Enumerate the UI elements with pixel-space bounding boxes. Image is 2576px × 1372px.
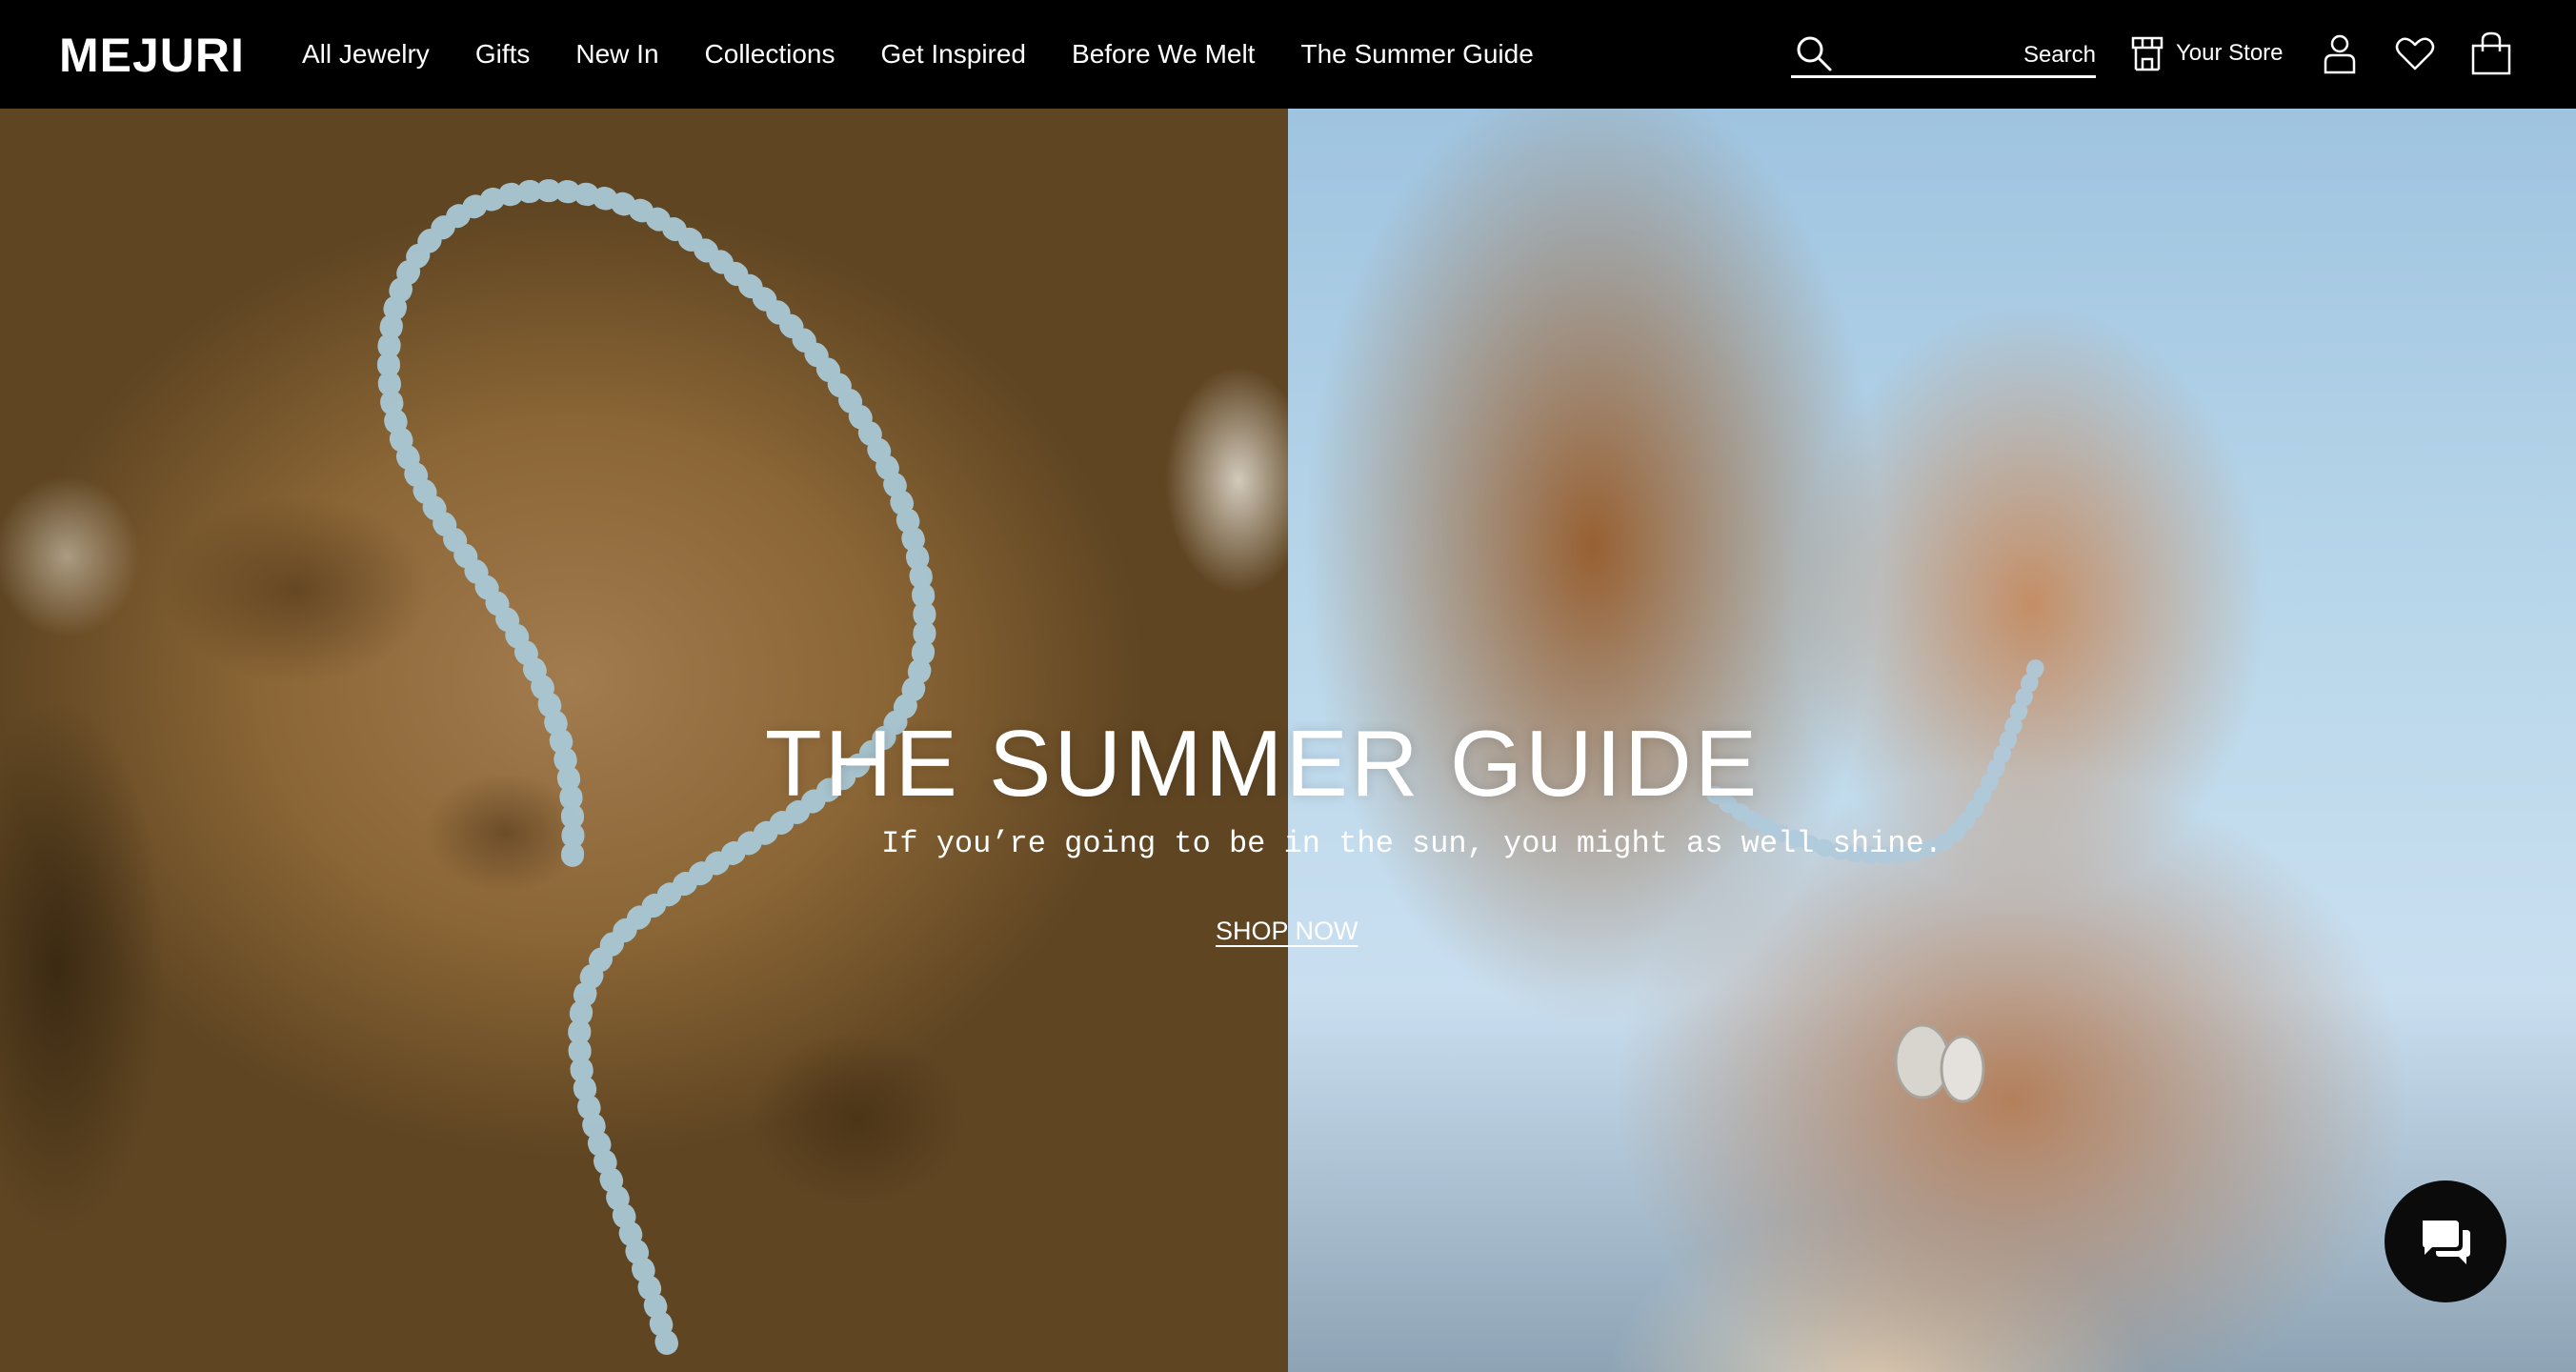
hero-banner[interactable]: THE SUMMER GUIDE If you’re going to be i…: [0, 109, 2576, 1372]
store-icon: [2131, 36, 2163, 71]
chat-icon: [2423, 1221, 2470, 1264]
bag-icon[interactable]: [2468, 30, 2514, 76]
nav-item-gifts[interactable]: Gifts: [475, 39, 531, 70]
shop-now-link[interactable]: SHOP NOW: [1216, 917, 1358, 946]
mejuri-logo[interactable]: MEJURI: [59, 29, 245, 82]
your-store-label: Your Store: [2176, 40, 2284, 66]
hero-title: THE SUMMER GUIDE: [764, 711, 1761, 816]
your-store-button[interactable]: Your Store: [2130, 32, 2284, 74]
nav-item-the-summer-guide[interactable]: The Summer Guide: [1300, 39, 1533, 70]
nav-item-before-we-melt[interactable]: Before We Melt: [1072, 39, 1255, 70]
nav-item-new-in[interactable]: New In: [575, 39, 658, 70]
hero-subtitle: If you’re going to be in the sun, you mi…: [881, 826, 1942, 861]
nav-item-get-inspired[interactable]: Get Inspired: [880, 39, 1026, 70]
account-icon[interactable]: [2317, 30, 2363, 76]
chat-button[interactable]: [2385, 1180, 2506, 1302]
hero-content: THE SUMMER GUIDE If you’re going to be i…: [0, 109, 2576, 1372]
search-label[interactable]: Search: [2023, 42, 2096, 69]
nav-item-all-jewelry[interactable]: All Jewelry: [302, 39, 430, 70]
nav-item-collections[interactable]: Collections: [705, 39, 835, 70]
main-nav: All Jewelry Gifts New In Collections Get…: [302, 0, 1534, 109]
top-nav-bar: MEJURI All Jewelry Gifts New In Collecti…: [0, 0, 2576, 109]
heart-icon[interactable]: [2392, 30, 2438, 76]
search-input[interactable]: [1844, 36, 1987, 71]
search-bar[interactable]: Search: [1791, 32, 2096, 78]
search-icon[interactable]: [1795, 34, 1833, 72]
